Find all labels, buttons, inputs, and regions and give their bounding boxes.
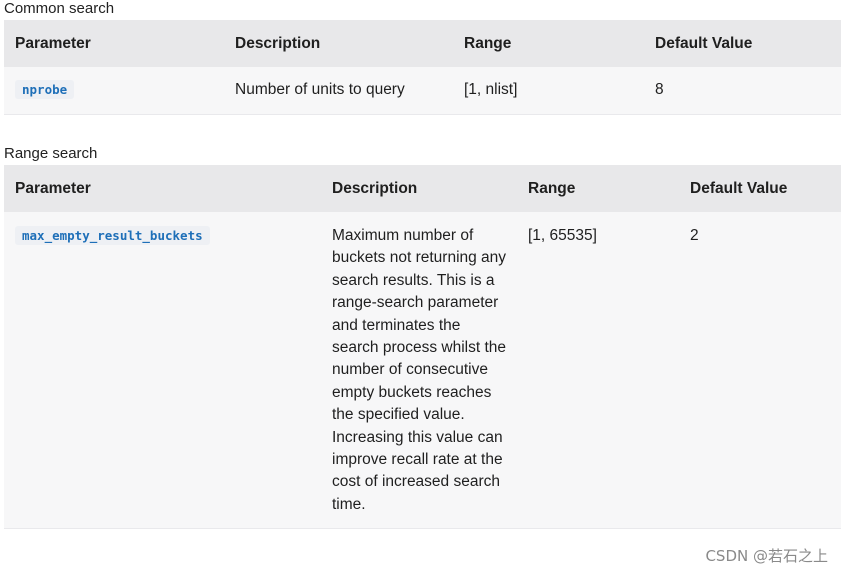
column-header-parameter: Parameter [4, 165, 321, 212]
range-cell: [1, nlist] [453, 67, 644, 115]
default-value-cell: 2 [679, 212, 841, 530]
column-header-description: Description [224, 20, 453, 67]
parameter-cell: max_empty_result_buckets [4, 212, 321, 530]
range-search-table: Parameter Description Range Default Valu… [4, 165, 841, 530]
description-cell: Maximum number of buckets not returning … [321, 212, 517, 530]
table-header-row: Parameter Description Range Default Valu… [4, 165, 841, 212]
description-cell: Number of units to query [224, 67, 453, 115]
default-value-cell: 8 [644, 67, 841, 115]
parameter-code: nprobe [15, 80, 75, 100]
common-search-table: Parameter Description Range Default Valu… [4, 20, 841, 115]
table-row: nprobe Number of units to query [1, nlis… [4, 67, 841, 115]
parameter-cell: nprobe [4, 67, 224, 115]
parameter-code: max_empty_result_buckets [15, 226, 210, 245]
table-header-row: Parameter Description Range Default Valu… [4, 20, 841, 67]
column-header-description: Description [321, 165, 517, 212]
section-title-range-search: Range search [4, 145, 98, 162]
watermark: CSDN @若石之上 [705, 547, 828, 565]
column-header-range: Range [453, 20, 644, 67]
column-header-default-value: Default Value [679, 165, 841, 212]
column-header-range: Range [517, 165, 679, 212]
section-title-common-search: Common search [4, 0, 115, 17]
column-header-default-value: Default Value [644, 20, 841, 67]
column-header-parameter: Parameter [4, 20, 224, 67]
table-row: max_empty_result_buckets Maximum number … [4, 212, 841, 530]
range-cell: [1, 65535] [517, 212, 679, 530]
